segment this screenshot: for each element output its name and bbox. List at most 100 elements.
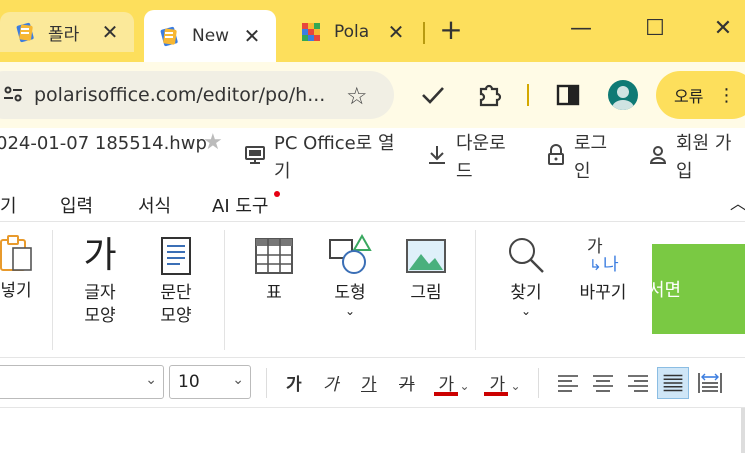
clipboard-icon	[0, 235, 32, 271]
polaris-grid-favicon-icon	[302, 23, 320, 41]
download-line1: 다운로	[456, 133, 506, 154]
tab-label: New	[192, 26, 230, 46]
find-dropdown-chevron-icon[interactable]: ⌄	[500, 305, 552, 317]
menu-item-format[interactable]: 서식	[138, 192, 171, 218]
menu-item-view[interactable]: 기	[0, 192, 17, 218]
para-shape-line2: 모양	[160, 306, 192, 326]
favorite-star-icon[interactable]: ★	[203, 130, 223, 155]
profile-avatar[interactable]	[608, 80, 638, 110]
align-center-icon[interactable]	[587, 367, 619, 399]
para-shape-line1: 문단	[160, 283, 192, 303]
font-color-button[interactable]: 가 ⌄	[434, 370, 474, 396]
site-settings-icon[interactable]	[4, 85, 22, 103]
replace-label: 바꾸기	[579, 283, 627, 303]
picture-icon	[406, 239, 446, 273]
bookmark-star-icon[interactable]: ☆	[346, 82, 368, 110]
format-separator	[538, 368, 539, 398]
toolbar: polarisoffice.com/editor/po/h... ☆ 오류 ⋮	[0, 62, 745, 128]
char-shape-line1: 글자	[84, 283, 116, 303]
char-shape-button[interactable]: 가 글자 모양	[70, 236, 130, 328]
open-pc-office-button[interactable]: PC Office로 열기	[244, 130, 395, 186]
monitor-icon	[245, 146, 265, 164]
ribbon-separator	[52, 230, 53, 350]
user-icon	[649, 146, 667, 164]
download-button[interactable]: 다운로드	[426, 130, 506, 186]
menu-item-insert[interactable]: 입력	[60, 192, 93, 218]
replace-icon: 가 ↳ 나	[587, 237, 619, 275]
tab-close-icon[interactable]: ✕	[384, 20, 408, 44]
document-header: 024-01-07 185514.hwp ★ PC Office로 열기 다운로…	[0, 128, 745, 188]
tab-strip: 폴라 ✕ New ✕ Pola ✕ + — ☐ ✕	[0, 0, 745, 62]
format-separator	[266, 368, 267, 398]
green-promo-tile[interactable]: 서면	[648, 244, 745, 334]
shapes-icon	[329, 234, 372, 274]
checkmark-icon[interactable]	[420, 84, 446, 106]
tab-label: Pola	[334, 22, 370, 42]
signup-line2: 입	[676, 161, 693, 182]
error-profile-button[interactable]: 오류 ⋮	[656, 71, 745, 119]
window-close-button[interactable]: ✕	[708, 16, 738, 41]
extensions-puzzle-icon[interactable]	[476, 82, 502, 108]
bold-button[interactable]: 가	[286, 370, 302, 395]
login-line1: 로그	[574, 133, 608, 154]
find-label: 찾기	[510, 283, 542, 303]
side-panel-icon[interactable]	[556, 84, 580, 106]
menu-bar: 기 입력 서식 AI 도구 ︿	[0, 188, 745, 222]
maximize-button[interactable]: ☐	[640, 16, 670, 41]
url-text[interactable]: polarisoffice.com/editor/po/h...	[34, 84, 325, 106]
tab-new-document[interactable]: New ✕	[144, 10, 276, 62]
ribbon-toolbar: 넣기 가 글자 모양 문단 모양 표 도형 ⌄ 그림 찾기 ⌄ 가 ↳ 나 바꾸…	[0, 222, 745, 358]
tab-polaris-1[interactable]: 폴라 ✕	[0, 12, 134, 52]
collapse-ribbon-icon[interactable]: ︿	[730, 190, 745, 214]
align-left-icon[interactable]	[552, 367, 584, 399]
shape-button[interactable]: 도형 ⌄	[324, 234, 376, 317]
new-tab-button[interactable]: +	[437, 16, 465, 44]
paste-button[interactable]: 넣기	[0, 234, 40, 303]
signup-button[interactable]: 회원 가입	[648, 130, 731, 186]
download-line2: 드	[456, 161, 473, 182]
search-icon	[509, 238, 544, 273]
lock-icon	[548, 144, 564, 165]
strikethrough-button[interactable]: 가	[399, 370, 415, 395]
chevron-down-icon: ⌄	[510, 379, 521, 393]
align-right-icon[interactable]	[622, 367, 654, 399]
person-icon	[612, 86, 634, 110]
char-shape-icon: 가	[83, 235, 117, 276]
distribute-icon[interactable]	[694, 367, 726, 399]
picture-label: 그림	[410, 283, 442, 303]
ribbon-separator	[224, 230, 225, 350]
table-button[interactable]: 표	[248, 236, 300, 305]
align-justify-icon[interactable]	[657, 367, 689, 399]
highlight-swatch	[484, 392, 508, 396]
toolbar-separator	[527, 84, 529, 106]
menu-item-ai-tools[interactable]: AI 도구	[212, 192, 268, 218]
tab-close-icon[interactable]: ✕	[98, 20, 122, 44]
highlight-button[interactable]: 가 ⌄	[484, 370, 526, 396]
italic-button[interactable]: 가	[323, 370, 339, 395]
table-label: 표	[266, 283, 282, 303]
tab-label: 폴라	[48, 24, 80, 45]
char-shape-line2: 모양	[84, 306, 116, 326]
table-grid-icon	[255, 238, 293, 274]
minimize-button[interactable]: —	[566, 16, 596, 41]
tab-close-icon[interactable]: ✕	[240, 24, 264, 48]
picture-button[interactable]: 그림	[400, 236, 452, 305]
find-button[interactable]: 찾기 ⌄	[500, 234, 552, 317]
font-size-select[interactable]: 10 ⌄	[169, 365, 251, 399]
chevron-down-icon: ⌄	[459, 379, 470, 393]
format-toolbar: ⌄ 10 ⌄ 가 가 가 가 가 ⌄ 가 ⌄	[0, 358, 745, 408]
login-button[interactable]: 로그 인	[546, 130, 607, 186]
vertical-scrollbar[interactable]	[741, 408, 745, 453]
replace-button[interactable]: 가 ↳ 나 바꾸기	[572, 236, 634, 305]
underline-button[interactable]: 가	[361, 370, 377, 395]
tab-polaris-2[interactable]: Pola ✕	[286, 10, 420, 54]
chevron-down-icon: ⌄	[232, 372, 244, 388]
shape-label: 도형	[334, 283, 366, 303]
document-canvas[interactable]	[0, 408, 745, 453]
para-shape-button[interactable]: 문단 모양	[146, 236, 206, 328]
paragraph-doc-icon	[161, 237, 191, 275]
error-label: 오류	[674, 87, 704, 106]
font-family-select[interactable]: ⌄	[0, 365, 164, 399]
shape-dropdown-chevron-icon[interactable]: ⌄	[324, 305, 376, 317]
chevron-down-icon: ⌄	[145, 372, 157, 388]
